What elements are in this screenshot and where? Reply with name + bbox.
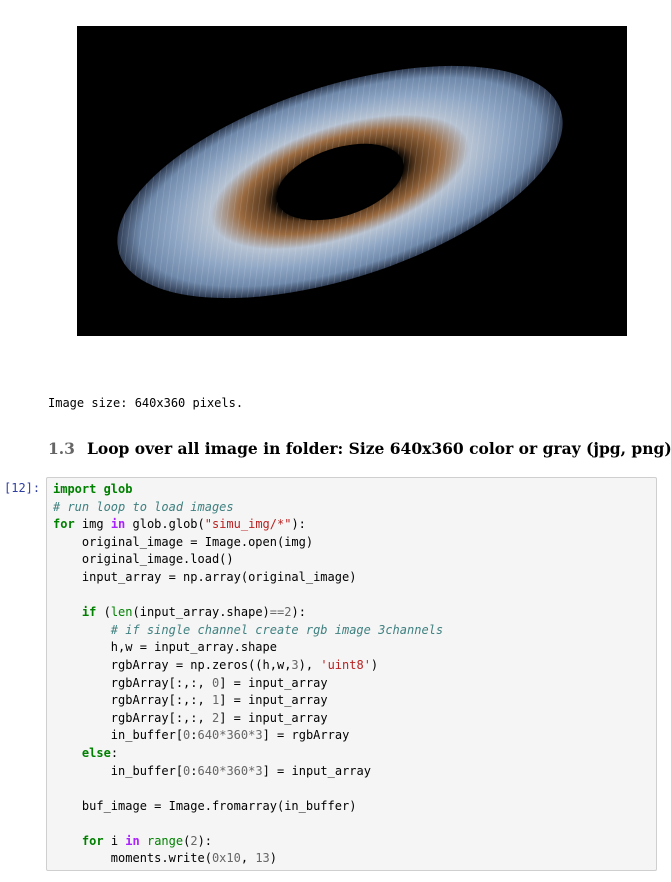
cell-prompt: [12]: [4,481,41,495]
code-line: in_buffer[0:640*360*3] = rgbArray [53,728,350,743]
section-title: Loop over all image in folder: Size 640x… [86,439,671,458]
code-line: original_image = Image.open(img) [53,534,314,549]
code-line: # run loop to load images [53,499,234,514]
code-cell-editor[interactable]: import glob # run loop to load images fo… [46,477,657,871]
iris-output-image [77,26,627,336]
code-line: in_buffer[0:640*360*3] = input_array [53,763,371,778]
code-line: if (len(input_array.shape)==2): [81,605,306,620]
code-line: original_image.load() [53,552,234,567]
code-line: rgbArray[:,:, 2] = input_array [53,710,328,725]
code-line: rgbArray[:,:, 1] = input_array [53,693,328,708]
code-line: else: [81,745,119,760]
code-line: input_array = np.array(original_image) [53,569,357,584]
code-line: moments.write(0x10, 13) [53,851,277,866]
code-line: # if single channel create rgb image 3ch… [110,622,444,637]
code-line: rgbArray[:,:, 0] = input_array [53,675,328,690]
code-line: rgbArray = np.zeros((h,w,3), 'uint8') [53,657,379,672]
code-line: for img in glob.glob("simu_img/*"): [53,517,306,532]
code-line: for i in range(2): [81,833,213,848]
section-number: 1.3 [48,439,75,458]
image-size-output: Image size: 640x360 pixels. [48,396,244,410]
code-line: import glob [53,482,133,496]
section-heading: 1.3 Loop over all image in folder: Size 6… [48,438,671,460]
code-line: buf_image = Image.fromarray(in_buffer) [53,798,357,813]
code-line: h,w = input_array.shape [53,640,277,655]
